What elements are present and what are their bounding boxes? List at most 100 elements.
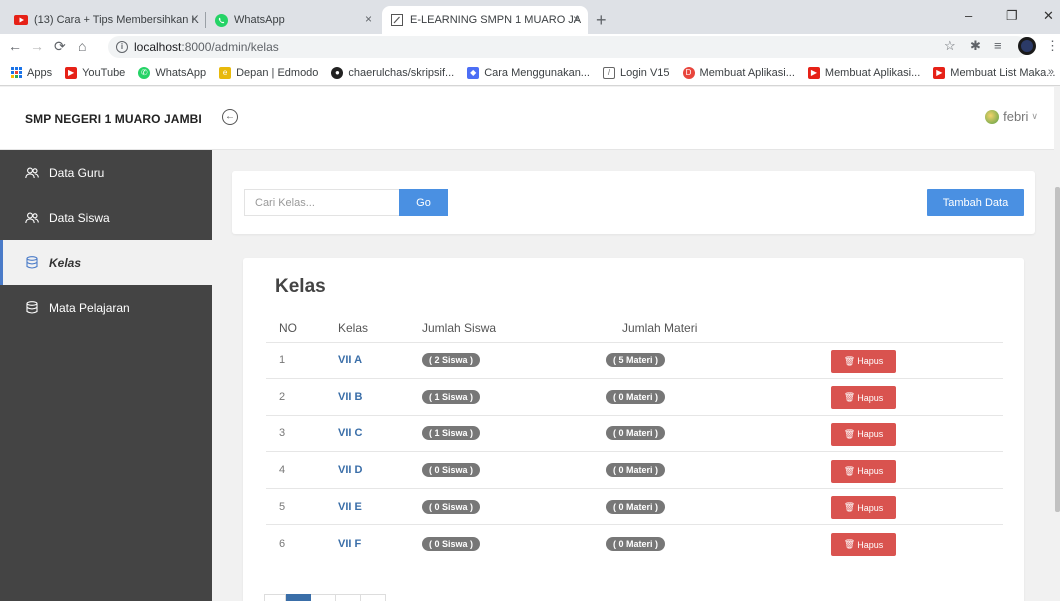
tab-close-icon[interactable]: ×: [365, 12, 372, 26]
materi-count-badge: ( 0 Materi ): [606, 499, 666, 514]
trash-icon: 🗑: [843, 392, 856, 403]
materi-count-badge: ( 5 Materi ): [606, 353, 666, 368]
whatsapp-icon: [214, 13, 228, 27]
back-arrow-icon[interactable]: ←: [8, 38, 22, 54]
hapus-button[interactable]: 🗑 Hapus: [831, 422, 896, 446]
pagination: [264, 594, 386, 601]
bookmark-login[interactable]: / Login V15: [602, 66, 670, 79]
bookmark-icon: /: [602, 66, 615, 79]
close-window-button[interactable]: ✕: [1043, 8, 1054, 24]
user-menu[interactable]: febri ∨: [985, 109, 1038, 124]
page-next-button[interactable]: [361, 594, 386, 601]
extensions-icon[interactable]: ✱: [970, 38, 981, 54]
bookmarks-more-icon[interactable]: »: [1048, 66, 1054, 78]
search-input[interactable]: [244, 189, 400, 216]
kelas-link[interactable]: VII E: [338, 487, 422, 525]
page-title: Kelas: [275, 276, 326, 297]
table-row: 1 VII A ( 2 Siswa ) ( 5 Materi ) 🗑 Hapus: [266, 341, 1003, 379]
siswa-count-badge: ( 1 Siswa ): [422, 426, 481, 441]
tab-close-icon[interactable]: ×: [191, 12, 198, 26]
browser-tab-youtube[interactable]: (13) Cara + Tips Membersihkan K ×: [6, 6, 206, 34]
bookmark-cara[interactable]: ◆ Cara Menggunakan...: [467, 66, 590, 79]
column-header-jumlah-siswa: Jumlah Siswa: [422, 320, 497, 335]
address-bar-row: ← → ⟳ ⌂ i localhost :8000/admin/kelas: [0, 34, 1060, 60]
kelas-link[interactable]: VII C: [338, 414, 422, 452]
siswa-count-badge: ( 1 Siswa ): [422, 389, 481, 404]
page-button-active[interactable]: [286, 594, 311, 601]
bookmark-apps[interactable]: Apps: [10, 67, 52, 79]
browser-tab-elearning[interactable]: E-LEARNING SMPN 1 MUARO JA ×: [382, 6, 588, 34]
column-header-aksi: [816, 314, 1003, 343]
table-row: 6 VII F ( 0 Siswa ) ( 0 Materi ) 🗑 Hapus: [266, 524, 1003, 562]
profile-icon[interactable]: [1018, 37, 1036, 55]
row-number: 1: [266, 341, 338, 379]
kelas-table: NO Kelas Jumlah Siswa Jumlah Materi 1 VI…: [266, 314, 1003, 562]
url-path: :8000/admin/kelas: [181, 40, 279, 54]
tab-close-icon[interactable]: ×: [573, 12, 580, 26]
scrollbar-thumb[interactable]: [1055, 187, 1060, 512]
sidebar-item-kelas[interactable]: Kelas: [0, 240, 212, 285]
browser-tab-whatsapp[interactable]: WhatsApp ×: [206, 6, 380, 34]
bookmark-whatsapp[interactable]: ✆ WhatsApp: [138, 66, 206, 79]
hapus-button[interactable]: 🗑 Hapus: [831, 496, 896, 520]
minimize-button[interactable]: –: [965, 8, 972, 23]
trash-icon: 🗑: [843, 539, 856, 550]
bookmark-membuat-1[interactable]: D Membuat Aplikasi...: [682, 66, 795, 79]
database-icon: [25, 301, 39, 314]
bookmark-membuat-list[interactable]: ▶ Membuat List Maka...: [933, 66, 1055, 79]
row-number: 5: [266, 487, 338, 525]
page-button[interactable]: [336, 594, 361, 601]
siswa-count-badge: ( 0 Siswa ): [422, 536, 481, 551]
sidebar-item-data-siswa[interactable]: Data Siswa: [0, 195, 212, 240]
new-tab-button[interactable]: +: [596, 10, 607, 31]
menu-dots-icon[interactable]: ⋮: [1046, 38, 1059, 54]
bookmark-youtube[interactable]: ▶ YouTube: [65, 66, 125, 79]
page-scrollbar[interactable]: [1054, 87, 1060, 601]
trash-icon: 🗑: [843, 355, 856, 366]
trash-icon: 🗑: [843, 428, 856, 439]
forward-arrow-icon[interactable]: →: [30, 38, 44, 54]
sidebar: Data Guru Data Siswa Kelas Mata Pelajara…: [0, 150, 212, 601]
brand-title: SMP NEGERI 1 MUARO JAMBI: [25, 112, 202, 126]
kelas-link[interactable]: VII A: [338, 341, 422, 379]
bookmark-edmodo[interactable]: e Depan | Edmodo: [219, 66, 319, 79]
kelas-link[interactable]: VII F: [338, 524, 422, 562]
database-icon: [25, 256, 39, 269]
table-row: 2 VII B ( 1 Siswa ) ( 0 Materi ) 🗑 Hapus: [266, 378, 1003, 416]
bookmark-github[interactable]: ● chaerulchas/skripsif...: [331, 66, 454, 79]
trash-icon: 🗑: [843, 465, 856, 476]
info-icon[interactable]: i: [116, 41, 128, 53]
hapus-button[interactable]: 🗑 Hapus: [831, 533, 896, 557]
home-icon[interactable]: ⌂: [78, 38, 86, 54]
sidebar-toggle-icon[interactable]: ←: [222, 109, 238, 125]
url-host: localhost: [134, 40, 182, 54]
users-icon: [25, 212, 39, 224]
kelas-link[interactable]: VII D: [338, 451, 422, 489]
restore-button[interactable]: ❐: [1006, 8, 1018, 24]
row-number: 6: [266, 524, 338, 562]
go-button[interactable]: Go: [399, 189, 448, 216]
bookmark-label: Depan | Edmodo: [236, 66, 319, 79]
url-field[interactable]: i localhost :8000/admin/kelas: [108, 36, 1028, 58]
hapus-button[interactable]: 🗑 Hapus: [831, 386, 896, 410]
tambah-data-button[interactable]: Tambah Data: [927, 189, 1024, 216]
page-prev-button[interactable]: [264, 594, 286, 601]
media-icon[interactable]: ≡: [994, 38, 1002, 53]
bookmark-membuat-2[interactable]: ▶ Membuat Aplikasi...: [807, 66, 920, 79]
sidebar-item-mata-pelajaran[interactable]: Mata Pelajaran: [0, 285, 212, 330]
page-button[interactable]: [311, 594, 336, 601]
sidebar-item-data-guru[interactable]: Data Guru: [0, 150, 212, 195]
star-icon[interactable]: ☆: [944, 38, 956, 54]
hapus-button[interactable]: 🗑 Hapus: [831, 459, 896, 483]
kelas-link[interactable]: VII B: [338, 378, 422, 416]
column-header-no: NO: [279, 320, 297, 335]
hapus-label: Hapus: [857, 539, 884, 550]
column-header-kelas: Kelas: [338, 320, 369, 335]
tab-title: WhatsApp: [234, 14, 285, 26]
table-row: 4 VII D ( 0 Siswa ) ( 0 Materi ) 🗑 Hapus: [266, 451, 1003, 489]
tab-title: (13) Cara + Tips Membersihkan K: [34, 14, 199, 26]
table-row: 5 VII E ( 0 Siswa ) ( 0 Materi ) 🗑 Hapus: [266, 487, 1003, 525]
hapus-button[interactable]: 🗑 Hapus: [831, 349, 896, 373]
reload-icon[interactable]: ⟳: [54, 38, 66, 55]
youtube-icon: ▶: [65, 66, 78, 79]
